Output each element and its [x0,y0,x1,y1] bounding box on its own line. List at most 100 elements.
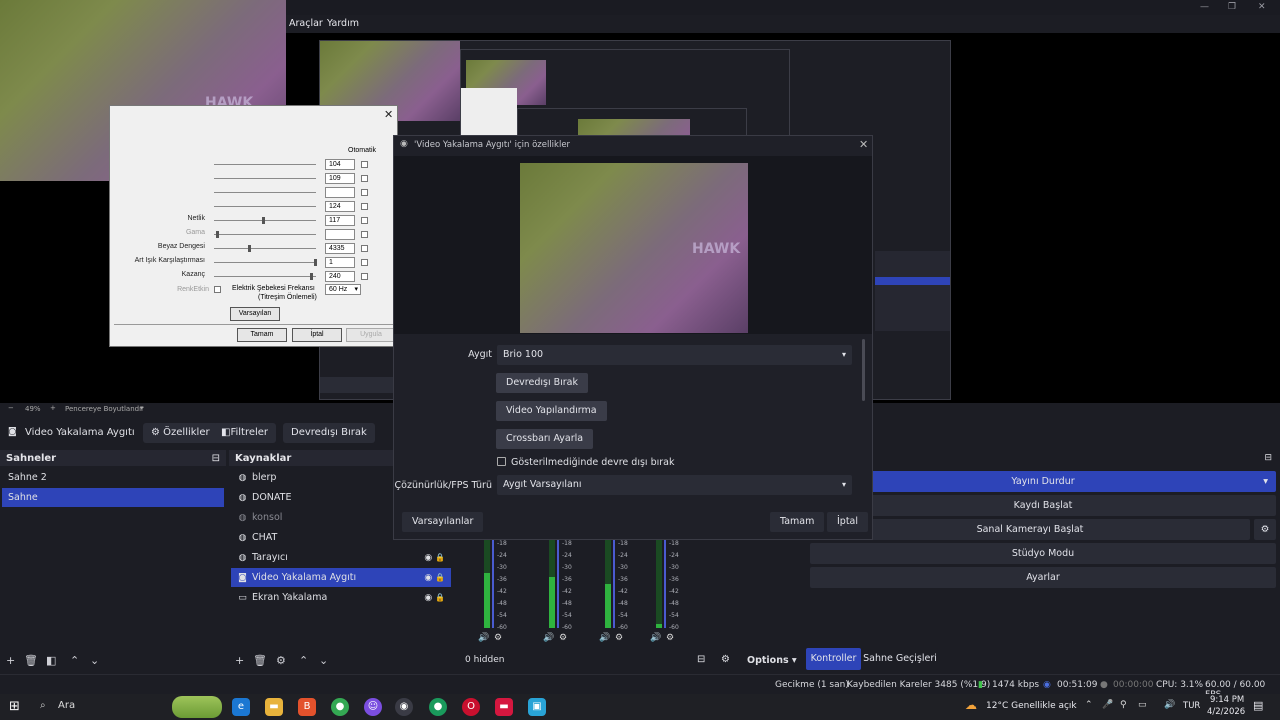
legacy-value-field[interactable]: 117 [325,215,355,226]
studio-mode-button[interactable]: Stüdyo Modu [810,543,1276,564]
legacy-cancel-button[interactable]: İptal [292,328,342,342]
weather-text[interactable]: 12°C Genellikle açık [986,701,1077,711]
video-config-button[interactable]: Video Yapılandırma [496,401,607,421]
dock-menu-icon[interactable]: ⊟ [212,453,220,464]
auto-checkbox[interactable] [361,231,368,238]
layout-icon[interactable]: ⊟ [697,654,705,665]
search-icon[interactable]: ⌕ [40,700,46,711]
auto-checkbox[interactable] [361,189,368,196]
legacy-slider[interactable] [214,245,316,252]
windows-start-icon[interactable]: ⊞ [9,699,20,714]
zoom-mode[interactable]: Pencereye Boyutlandır [65,405,144,413]
legacy-value-field[interactable]: 240 [325,271,355,282]
app-blue-icon[interactable]: ▣ [528,698,546,716]
speaker-icon[interactable]: 🔊 [650,633,661,643]
edge-icon[interactable]: e [232,698,250,716]
ok-button[interactable]: Tamam [770,512,825,532]
restore-icon[interactable]: ❐ [1228,2,1236,12]
lock-icon[interactable]: 🔒 [435,573,445,582]
legacy-defaults-button[interactable]: Varsayılan [230,307,280,321]
arrow-down-icon[interactable]: ⌄ [319,654,328,667]
dock-menu-icon[interactable]: ⊟ [1264,453,1272,463]
chevron-up-icon[interactable]: ⌃ [1085,700,1093,710]
audio-settings-icon[interactable]: ⚙ [494,633,502,643]
gear-icon[interactable]: ⚙ [276,654,286,667]
slider-thumb[interactable] [314,259,317,266]
add-icon[interactable]: + [6,654,15,667]
tab-transitions[interactable]: Sahne Geçişleri [862,648,938,670]
lock-icon[interactable]: 🔒 [435,593,445,602]
clock-date[interactable]: 4/2/2026 [1207,707,1245,717]
legacy-slider[interactable] [214,217,316,224]
close-icon[interactable]: ✕ [859,138,868,151]
legacy-slider[interactable] [214,231,316,238]
lock-icon[interactable]: 🔒 [435,553,445,562]
legacy-value-field[interactable] [325,187,355,198]
chrome-profile-icon[interactable]: ● [429,698,447,716]
mixer-settings-icon[interactable]: ⚙ [721,654,730,665]
stop-stream-button[interactable]: Yayını Durdur ▾ [810,471,1276,492]
color-enable-checkbox[interactable] [214,286,221,293]
volume-slider[interactable] [613,540,615,628]
chevron-down-icon[interactable]: ▾ [140,404,144,412]
legacy-slider[interactable] [214,206,316,207]
filters-button[interactable]: ◧Filtreler [213,423,277,443]
auto-checkbox[interactable] [361,259,368,266]
microphone-icon[interactable]: 🎤 [1102,700,1113,710]
slider-thumb[interactable] [310,273,313,280]
obs-icon[interactable]: ◉ [395,698,413,716]
start-recording-button[interactable]: Kaydı Başlat [810,495,1276,516]
scrollbar[interactable] [862,339,865,401]
volume-icon[interactable]: 🔊 [1164,700,1175,710]
scene-item[interactable]: Sahne [2,488,224,507]
legacy-ok-button[interactable]: Tamam [237,328,287,342]
close-icon[interactable]: ✕ [1258,2,1266,12]
legacy-apply-button[interactable]: Uygula [346,328,396,342]
device-select[interactable]: Brio 100 ▾ [497,345,852,365]
eye-icon[interactable]: ◉ [424,553,435,563]
file-explorer-icon[interactable]: ▬ [265,698,283,716]
menu-help[interactable]: Yardım [327,18,359,29]
auto-checkbox[interactable] [361,203,368,210]
speaker-icon[interactable]: 🔊 [599,633,610,643]
arrow-up-icon[interactable]: ⌃ [70,654,79,667]
volume-slider[interactable] [557,540,559,628]
cancel-button[interactable]: İptal [827,512,869,532]
legacy-value-field[interactable]: 109 [325,173,355,184]
clock-time[interactable]: 9:14 PM [1210,695,1244,705]
audio-settings-icon[interactable]: ⚙ [559,633,567,643]
legacy-slider[interactable] [214,164,316,165]
settings-button[interactable]: Ayarlar [810,567,1276,588]
add-icon[interactable]: + [235,654,244,667]
volume-slider[interactable] [664,540,666,628]
legacy-value-field[interactable]: 104 [325,159,355,170]
legacy-slider[interactable] [214,259,317,266]
language-indicator[interactable]: TUR [1183,701,1200,711]
slider-thumb[interactable] [262,217,265,224]
minimize-icon[interactable]: — [1200,2,1209,12]
menu-tools[interactable]: Araçlar [289,18,323,29]
legacy-slider[interactable] [214,178,316,179]
virtual-camera-settings-button[interactable]: ⚙ [1254,519,1276,540]
scene-item[interactable]: Sahne 2 [2,468,224,487]
slider-thumb[interactable] [216,231,219,238]
speaker-icon[interactable]: 🔊 [543,633,554,643]
defaults-button[interactable]: Varsayılanlar [402,512,484,532]
legacy-value-field[interactable]: 124 [325,201,355,212]
chrome-icon[interactable]: ● [331,698,349,716]
notification-icon[interactable]: ▤ [1253,699,1263,712]
filter-icon[interactable]: ◧ [46,654,56,667]
discord-icon[interactable]: ☺ [364,698,382,716]
network-icon[interactable]: ▭ [1138,700,1147,710]
auto-checkbox[interactable] [361,175,368,182]
slider-thumb[interactable] [248,245,251,252]
auto-checkbox[interactable] [361,273,368,280]
freq-select[interactable]: 60 Hz ▾ [325,284,361,295]
opera-icon[interactable]: O [462,698,480,716]
auto-checkbox[interactable] [361,161,368,168]
zoom-in-icon[interactable]: + [50,404,56,412]
source-item[interactable]: ◍ Tarayıcı ◉ 🔒 [231,548,451,567]
close-icon[interactable]: ✕ [384,108,393,121]
resolution-select[interactable]: Aygıt Varsayılanı ▾ [497,475,852,495]
app-red-icon[interactable]: ▬ [495,698,513,716]
